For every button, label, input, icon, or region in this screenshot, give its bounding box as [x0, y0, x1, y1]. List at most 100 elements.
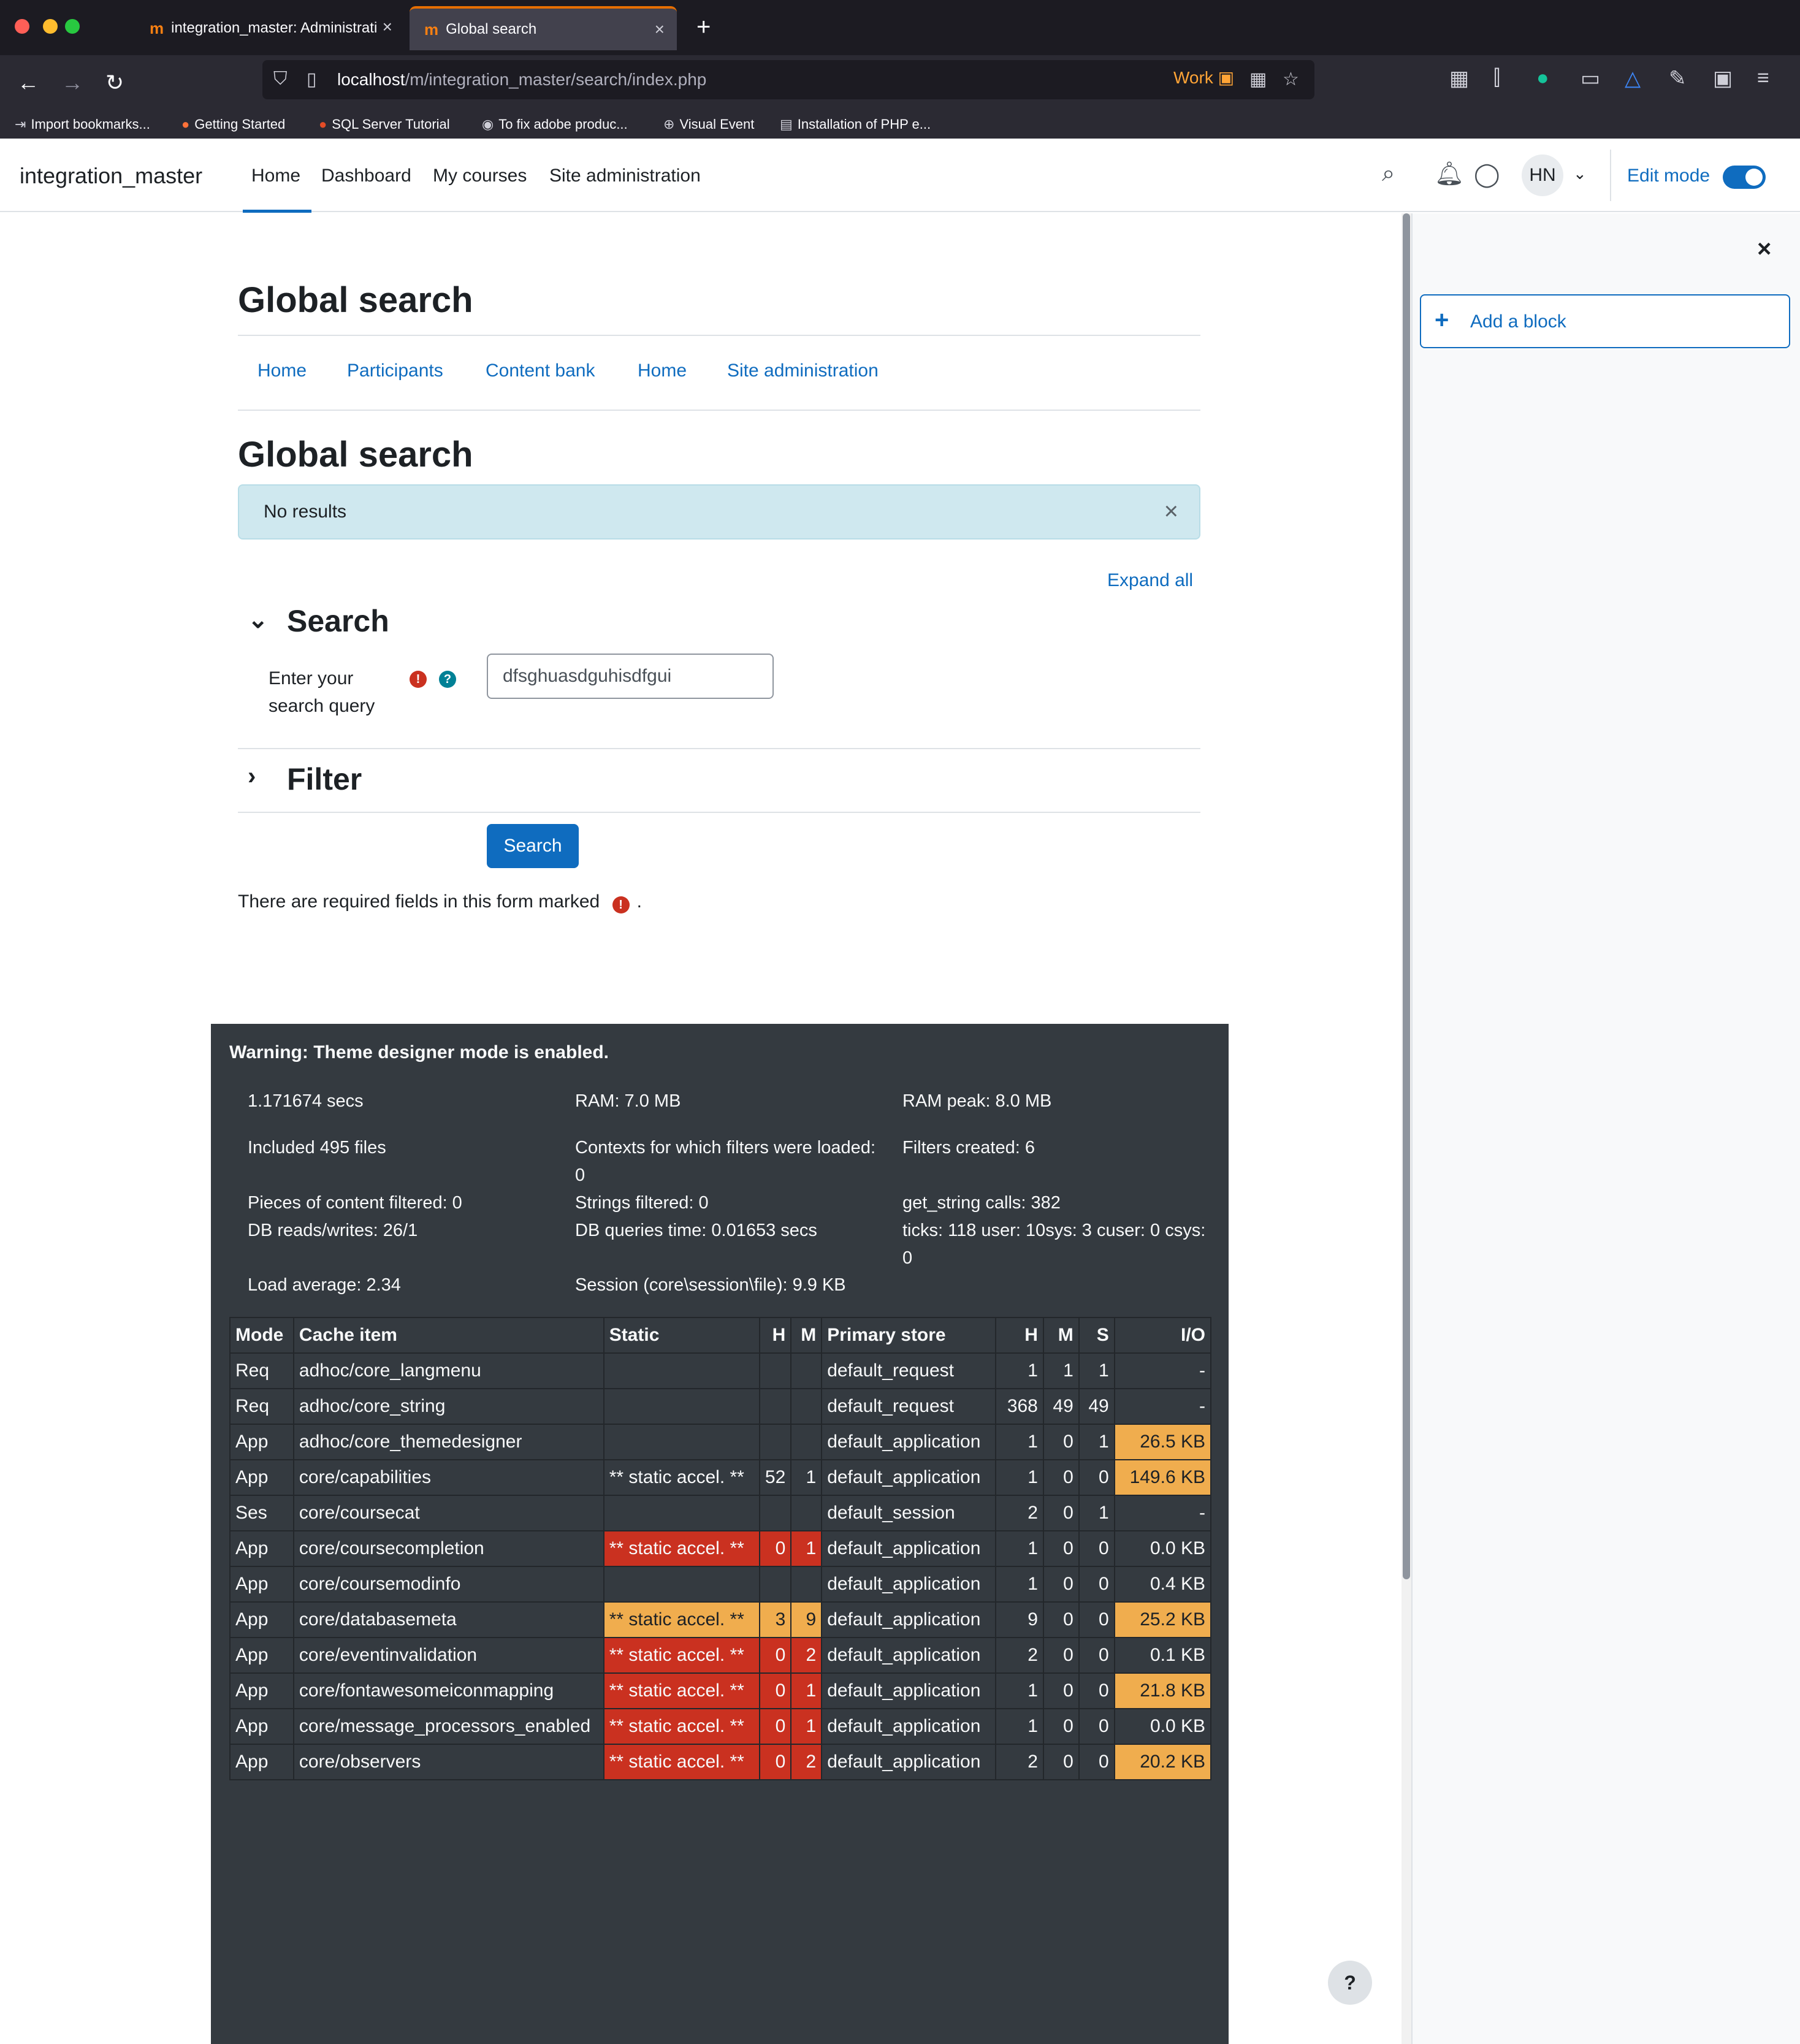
bookmark-item[interactable]: ⇥ Import bookmarks... [15, 116, 150, 132]
table-cell-sm: 1 [790, 1672, 823, 1709]
secondary-nav-content-bank[interactable]: Content bank [486, 360, 595, 381]
table-cell-static: ** static accel. ** [603, 1459, 760, 1496]
table-cell-sh: 0 [758, 1637, 792, 1674]
new-tab-icon[interactable]: + [696, 13, 711, 41]
nav-my-courses[interactable]: My courses [433, 166, 527, 186]
table-cell-sh [758, 1566, 792, 1603]
expand-all-link[interactable]: Expand all [1107, 570, 1193, 591]
grammarly-icon[interactable]: ● [1536, 66, 1549, 90]
back-icon[interactable]: ← [17, 70, 39, 96]
url-text[interactable]: localhost/m/integration_master/search/in… [337, 70, 706, 90]
table-cell-static: ** static accel. ** [603, 1672, 760, 1709]
secondary-nav-home[interactable]: Home [257, 360, 307, 381]
help-button[interactable]: ? [1328, 1961, 1372, 2005]
close-icon[interactable]: × [1757, 235, 1771, 263]
bookmark-item[interactable]: ▤ Installation of PHP e... [780, 116, 931, 132]
chevron-down-icon[interactable]: ⌄ [248, 606, 269, 634]
container-badge[interactable]: Work ▣ [1173, 67, 1234, 88]
search-button[interactable]: Search [487, 824, 579, 868]
page-scrollbar-thumb[interactable] [1403, 213, 1410, 1579]
reload-icon[interactable]: ↻ [105, 70, 124, 96]
search-section-header[interactable]: Search [287, 603, 389, 639]
table-cell-m: 0 [1042, 1566, 1080, 1603]
secondary-nav-home-2[interactable]: Home [638, 360, 687, 381]
table-cell-mode: App [229, 1459, 294, 1496]
table-cell-sh: 0 [758, 1530, 792, 1567]
shield-icon[interactable]: ⛉ [273, 69, 288, 90]
bookmark-item[interactable]: ◉ To fix adobe produc... [482, 116, 628, 132]
pen-icon[interactable]: ✎ [1669, 66, 1687, 91]
table-cell-sh: 0 [758, 1744, 792, 1780]
secondary-nav-site-administration[interactable]: Site administration [727, 360, 879, 381]
window-zoom-control[interactable] [65, 19, 80, 34]
avatar[interactable]: HN [1522, 154, 1563, 196]
table-cell-store: default_application [821, 1424, 996, 1460]
url-bar[interactable]: ⛉ ▯ localhost/m/integration_master/searc… [262, 60, 1314, 99]
table-cell-mode: Ses [229, 1495, 294, 1531]
tab-close-icon[interactable]: × [383, 17, 392, 37]
globe-icon: ⊕ [663, 116, 675, 132]
extension-icon[interactable]: ⫿ [1493, 66, 1500, 90]
table-cell-sh [758, 1352, 792, 1389]
search-input[interactable] [487, 654, 774, 699]
browser-tab-administration[interactable]: m integration_master: Administrati × [135, 6, 405, 50]
table-cell-m: 0 [1042, 1601, 1080, 1638]
cache-usage-table: Mode Cache item Static H M Primary store… [229, 1317, 1212, 1780]
nav-dashboard[interactable]: Dashboard [321, 166, 411, 186]
table-cell-static [603, 1424, 760, 1460]
bookmark-item[interactable]: ⊕ Visual Event [663, 116, 754, 132]
required-fields-note: There are required fields in this form m… [238, 891, 642, 913]
table-cell-sm: 2 [790, 1637, 823, 1674]
chevron-down-icon[interactable]: ⌄ [1573, 164, 1587, 183]
table-cell-sh: 0 [758, 1708, 792, 1745]
nav-home[interactable]: Home [251, 166, 300, 186]
table-cell-item: adhoc/core_langmenu [292, 1352, 604, 1389]
edit-mode-label[interactable]: Edit mode [1627, 166, 1710, 186]
filter-section-header[interactable]: Filter [287, 761, 362, 797]
table-row: App core/observers ** static accel. ** 0 2 de… [229, 1744, 1212, 1780]
chevron-right-icon[interactable]: › [248, 763, 256, 790]
table-cell-m: 0 [1042, 1672, 1080, 1709]
search-icon[interactable]: ⌕ [1382, 161, 1395, 187]
secondary-nav-participants[interactable]: Participants [347, 360, 443, 381]
extension-icon[interactable]: ▣ [1713, 66, 1733, 91]
alert-message: No results [264, 501, 347, 522]
bell-icon[interactable]: 🔔︎ [1435, 161, 1464, 188]
table-cell-io: - [1113, 1352, 1212, 1389]
bookmark-site-icon: ▤ [780, 116, 793, 132]
bookmark-star-icon[interactable]: ☆ [1283, 69, 1299, 90]
add-block-button[interactable]: + Add a block [1420, 294, 1790, 348]
chat-icon[interactable]: ◯ [1474, 161, 1500, 188]
window-minimize-control[interactable] [43, 19, 58, 34]
forward-icon[interactable]: → [61, 70, 83, 96]
perf-ram: RAM: 7.0 MB [575, 1091, 681, 1111]
table-cell-store: default_application [821, 1566, 996, 1603]
table-cell-store: default_application [821, 1459, 996, 1496]
edit-mode-toggle[interactable] [1723, 166, 1766, 189]
bookmark-item[interactable]: ● SQL Server Tutorial [319, 116, 450, 132]
table-cell-h: 2 [995, 1637, 1044, 1674]
table-cell-mode: App [229, 1637, 294, 1674]
extension-icon[interactable]: ▭ [1581, 66, 1600, 91]
bookmark-item[interactable]: ● Getting Started [181, 116, 285, 132]
firefox-icon: ● [181, 116, 190, 132]
window-close-control[interactable] [15, 19, 29, 34]
close-icon[interactable]: × [1164, 498, 1178, 525]
site-brand[interactable]: integration_master [20, 163, 202, 189]
tab-close-icon[interactable]: × [655, 20, 665, 39]
perf-content-filtered: Pieces of content filtered: 0 [248, 1193, 462, 1213]
table-cell-static: ** static accel. ** [603, 1708, 760, 1745]
table-cell-s: 0 [1078, 1566, 1115, 1603]
extension-icon[interactable]: △ [1625, 66, 1641, 91]
table-cell-io: 0.0 KB [1113, 1530, 1212, 1567]
question-circle-icon[interactable]: ? [439, 671, 456, 688]
site-header: integration_master Home Dashboard My cou… [0, 139, 1800, 213]
menu-icon[interactable]: ≡ [1757, 66, 1769, 90]
qr-icon[interactable]: ▦ [1249, 69, 1267, 90]
browser-tab-global-search[interactable]: m Global search × [410, 6, 677, 50]
table-cell-m: 0 [1042, 1459, 1080, 1496]
nav-site-administration[interactable]: Site administration [549, 166, 701, 186]
table-cell-mode: App [229, 1708, 294, 1745]
perf-contexts: Contexts for which filters were loaded: … [575, 1138, 875, 1185]
extension-icon[interactable]: ▦ [1449, 66, 1469, 91]
